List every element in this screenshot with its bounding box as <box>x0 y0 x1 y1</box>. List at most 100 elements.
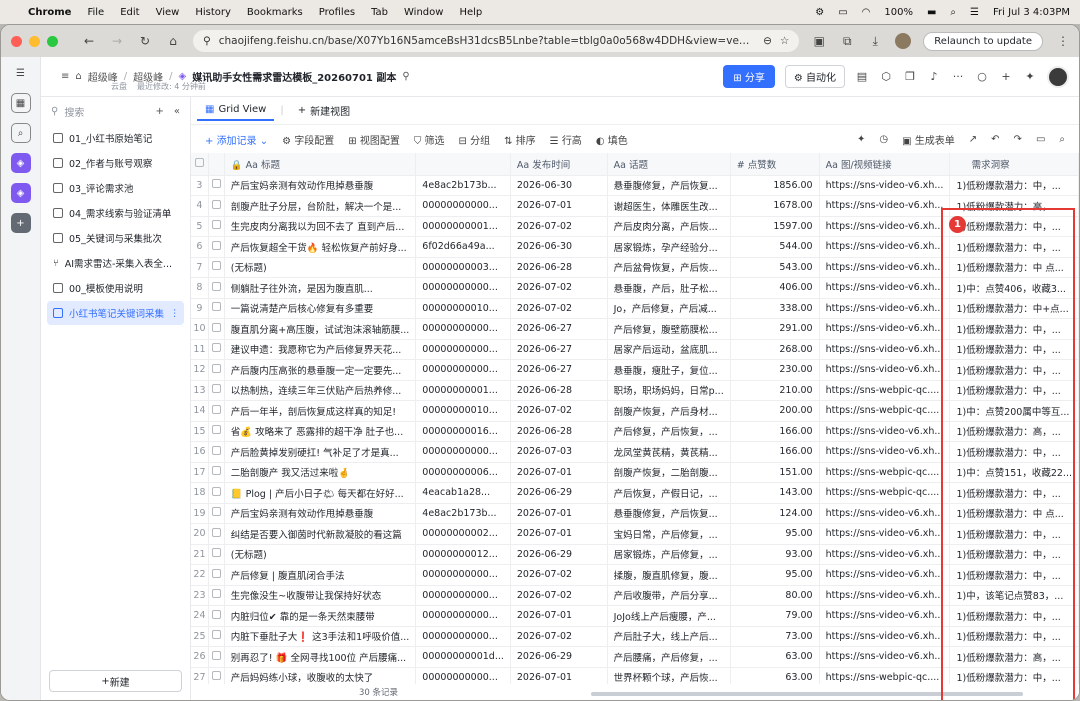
cell-publish[interactable]: 2026-07-02 <box>510 626 608 647</box>
cell-title[interactable]: 二胎剖腹产 我又活过来啦🤞 <box>224 462 417 483</box>
row-index[interactable]: 15 <box>191 421 209 442</box>
record-count[interactable]: 30 条记录 <box>359 686 398 698</box>
cell-likes[interactable]: 200.00 <box>730 400 820 422</box>
cell-insight[interactable]: 1)低粉爆款潜力：中，... <box>949 216 1079 237</box>
cell-insight[interactable]: 1)低粉爆款潜力：中 点... <box>949 257 1079 278</box>
menu-view[interactable]: View <box>156 7 180 18</box>
reload-icon[interactable]: ↻ <box>137 34 153 48</box>
cell-likes[interactable]: 95.00 <box>730 523 820 545</box>
search-bases-icon[interactable]: ⌕ <box>10 123 31 143</box>
table-row[interactable]: 19 产后宝妈亲测有效动作甩掉悬垂腹 4e8ac2b173b... 2026-07-0… <box>191 503 1079 524</box>
cell-id[interactable]: 00000000001... <box>415 216 511 237</box>
cell-insight[interactable]: 1)低粉爆款潜力：中，... <box>949 482 1079 504</box>
cell-id[interactable]: 00000000000... <box>415 359 511 381</box>
row-checkbox[interactable] <box>208 400 225 422</box>
home-crumb-icon[interactable]: ⌂ <box>75 71 81 82</box>
share-view-icon[interactable]: ↗ <box>969 134 977 145</box>
cell-publish[interactable]: 2026-06-27 <box>510 339 608 360</box>
add-record-button[interactable]: + 添加记录 ⌄ <box>205 132 268 147</box>
cell-likes[interactable]: 268.00 <box>730 339 820 360</box>
cell-insight[interactable]: 1)低粉爆款潜力：中，... <box>949 605 1079 627</box>
cell-topic[interactable]: 谢超医生，体雕医生改... <box>607 195 731 217</box>
cell-id[interactable]: 6f02d66a49a... <box>415 236 511 258</box>
cell-insight[interactable]: 1)低粉爆款潜力：中，... <box>949 441 1079 463</box>
comment-icon[interactable]: ▭ <box>1036 134 1045 145</box>
cell-topic[interactable]: 世界杯颗个球，产后恢... <box>607 667 731 684</box>
cell-insight[interactable]: 1)低粉爆款潜力：高，... <box>949 195 1079 217</box>
cell-publish[interactable]: 2026-07-01 <box>510 462 608 483</box>
cell-title[interactable]: 产后宝妈亲测有效动作甩掉悬垂腹 <box>224 503 417 524</box>
table-row[interactable]: 18 📒 Plog | 产后小日子🌤 每天都在好好... 4eacab1a28...… <box>191 482 1079 504</box>
table-row[interactable]: 7 (无标题) 00000000003... 2026-06-28 产后盆骨恢复，产后恢… <box>191 257 1079 278</box>
cell-insight[interactable]: 1)低粉爆款潜力：中，... <box>949 564 1079 586</box>
cell-likes[interactable]: 210.00 <box>730 380 820 401</box>
cell-publish[interactable]: 2026-07-01 <box>510 195 608 217</box>
spotlight-icon[interactable]: ⌕ <box>950 7 956 18</box>
cell-id[interactable]: 00000000002... <box>415 523 511 545</box>
menu-edit[interactable]: Edit <box>120 7 139 18</box>
cell-likes[interactable]: 63.00 <box>730 646 820 668</box>
sidebar-item-leads[interactable]: 04_需求线索与验证清单 <box>47 201 184 225</box>
cell-publish[interactable]: 2026-07-02 <box>510 298 608 319</box>
row-checkbox[interactable] <box>208 195 225 217</box>
cell-title[interactable]: (无标题) <box>224 257 417 278</box>
row-checkbox[interactable] <box>208 544 225 565</box>
col-link[interactable]: Aa 图/视频链接 <box>819 153 951 176</box>
cell-publish[interactable]: 2026-07-01 <box>510 667 608 684</box>
table-row[interactable]: 21 (无标题) 00000000012... 2026-06-29 居家锻炼，产后修复… <box>191 544 1079 565</box>
menu-tab[interactable]: Tab <box>371 7 388 18</box>
cell-likes[interactable]: 1856.00 <box>730 175 820 196</box>
cell-publish[interactable]: 2026-06-27 <box>510 359 608 381</box>
filter-button[interactable]: ⛉ 筛选 <box>414 132 445 147</box>
cell-topic[interactable]: 产后收腹带，产后分享... <box>607 585 731 606</box>
sidebar-item-keyword-collect[interactable]: 小红书笔记关键词采集 ⋮ <box>47 301 184 325</box>
cell-publish[interactable]: 2026-07-02 <box>510 564 608 586</box>
cell-likes[interactable]: 166.00 <box>730 421 820 442</box>
cell-link[interactable]: https://sns-video-v6.xh... <box>819 175 951 196</box>
cell-insight[interactable]: 1)低粉爆款潜力：高，... <box>949 421 1079 442</box>
add-icon[interactable]: + <box>999 70 1013 83</box>
cell-title[interactable]: 剖腹产肚子分层，台阶肚，解决一个是... <box>224 195 417 217</box>
row-checkbox[interactable] <box>208 339 225 360</box>
sort-button[interactable]: ⇅ 排序 <box>504 132 536 147</box>
cell-title[interactable]: 产后恢复超全干货🔥 轻松恢复产前好身... <box>224 236 417 258</box>
col-topic[interactable]: Aa 话题 <box>607 153 731 176</box>
cell-topic[interactable]: JoJo线上产后瘦腰，产... <box>607 605 731 627</box>
cell-title[interactable]: 产后腹内压高张的悬垂腹一定一定要先... <box>224 359 417 381</box>
cell-link[interactable]: https://sns-video-v6.xh... <box>819 605 951 627</box>
cell-likes[interactable]: 291.00 <box>730 318 820 340</box>
table-row[interactable]: 14 产后一年半，剖后恢复成这样真的知足! 00000000010... 2026-0… <box>191 400 1079 422</box>
table-row[interactable]: 11 建议申遗：我愿称它为产后修复界天花... 00000000000... 2026… <box>191 339 1079 360</box>
col-likes[interactable]: # 点赞数 <box>730 153 820 176</box>
history-icon[interactable]: ◷ <box>879 134 888 145</box>
table-row[interactable]: 3 产后宝妈亲测有效动作甩掉悬垂腹 4e8ac2b173b... 2026-06-30… <box>191 175 1079 196</box>
cell-likes[interactable]: 73.00 <box>730 626 820 647</box>
cell-topic[interactable]: 悬垂腹修复，产后恢复... <box>607 175 731 196</box>
cell-id[interactable]: 00000000000... <box>415 339 511 360</box>
table-row[interactable]: 23 生完像没生~收腹带让我保持好状态 00000000000... 2026-07-… <box>191 585 1079 606</box>
row-index[interactable]: 25 <box>191 626 209 647</box>
sidebar-item-ai-radar[interactable]: ⑂ AI需求雷达-采集入表全... <box>47 251 184 275</box>
new-view-button[interactable]: + 新建视图 <box>290 99 358 122</box>
doc-info-icon[interactable]: ▤ <box>855 70 869 83</box>
row-checkbox[interactable] <box>208 421 225 442</box>
cell-id[interactable]: 00000000001... <box>415 380 511 401</box>
cell-publish[interactable]: 2026-06-27 <box>510 318 608 340</box>
col-publish[interactable]: Aa 发布时间 <box>510 153 608 176</box>
address-bar[interactable]: ⚲ chaojifeng.feishu.cn/base/X07Yb16N5amc… <box>193 30 800 52</box>
row-checkbox[interactable] <box>208 482 225 504</box>
cell-publish[interactable]: 2026-07-01 <box>510 523 608 545</box>
cell-id[interactable]: 00000000000... <box>415 195 511 217</box>
cell-id[interactable]: 00000000003... <box>415 257 511 278</box>
cell-insight[interactable]: 1)中：点赞151，收藏22... <box>949 462 1079 483</box>
row-checkbox[interactable] <box>208 236 225 258</box>
cell-likes[interactable]: 166.00 <box>730 441 820 463</box>
table-row[interactable]: 8 侧躺肚子往外流，是因为腹直肌... 00000000000... 2026-07-… <box>191 277 1079 299</box>
cell-publish[interactable]: 2026-06-29 <box>510 544 608 565</box>
cell-publish[interactable]: 2026-06-30 <box>510 236 608 258</box>
battery-icon[interactable]: ▬ <box>927 7 936 18</box>
doc-title[interactable]: 媒讯助手女性需求雷达模板_20260701 副本 <box>192 69 396 84</box>
cell-topic[interactable]: 剖腹产恢复，产后身材... <box>607 400 731 422</box>
cell-topic[interactable]: 悬垂腹修复，产后恢复... <box>607 503 731 524</box>
row-checkbox[interactable] <box>208 667 225 684</box>
